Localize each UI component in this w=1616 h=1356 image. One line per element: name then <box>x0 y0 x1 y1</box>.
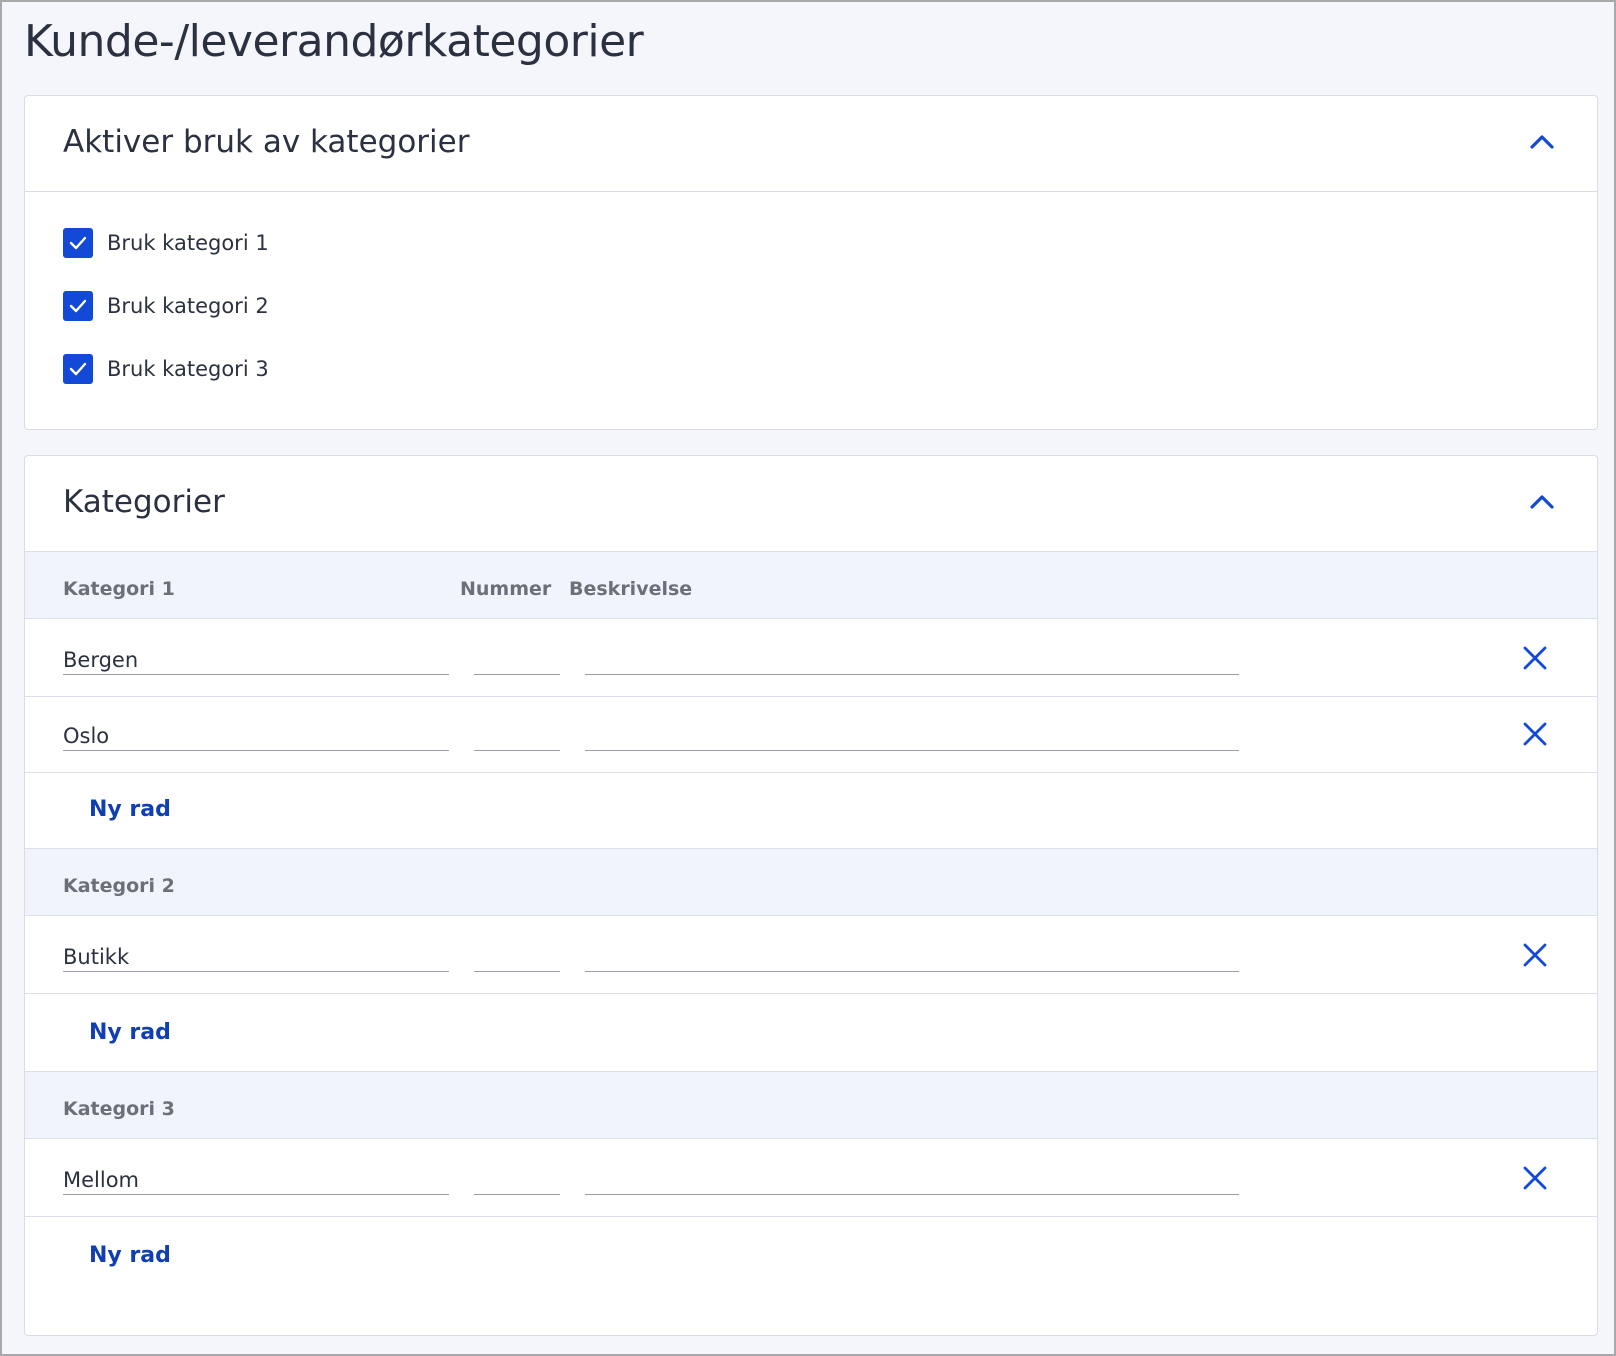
category-3-header: Kategori 3 <box>25 1071 1597 1139</box>
checkbox-checked[interactable] <box>63 354 93 384</box>
checkbox-label: Bruk kategori 3 <box>107 357 269 381</box>
category-description-input[interactable] <box>585 1165 1239 1195</box>
category-number-input[interactable] <box>474 721 560 751</box>
check-icon <box>69 362 87 376</box>
close-icon[interactable] <box>1521 941 1549 969</box>
table-row <box>25 1139 1597 1217</box>
check-icon <box>69 299 87 313</box>
categories-panel: Kategorier Kategori 1 Nummer Beskrivelse <box>24 455 1598 1336</box>
category-name-input[interactable] <box>63 942 449 972</box>
add-row-area: Ny rad <box>25 1217 1597 1301</box>
checkbox-category-3[interactable]: Bruk kategori 3 <box>63 353 269 385</box>
group-title: Kategori 3 <box>63 1098 175 1120</box>
column-header-number: Nummer <box>460 578 552 600</box>
checkbox-category-1[interactable]: Bruk kategori 1 <box>63 227 269 259</box>
table-row <box>25 619 1597 697</box>
category-number-input[interactable] <box>474 645 560 675</box>
checkbox-label: Bruk kategori 1 <box>107 231 269 255</box>
group-title: Kategori 2 <box>63 875 175 897</box>
checkbox-checked[interactable] <box>63 291 93 321</box>
category-description-input[interactable] <box>585 942 1239 972</box>
table-row <box>25 916 1597 994</box>
category-number-input[interactable] <box>474 1165 560 1195</box>
category-description-input[interactable] <box>585 721 1239 751</box>
category-1-header: Kategori 1 Nummer Beskrivelse <box>25 551 1597 619</box>
category-name-input[interactable] <box>63 1165 449 1195</box>
add-row-button[interactable]: Ny rad <box>89 1243 171 1268</box>
chevron-up-icon[interactable] <box>1529 492 1555 512</box>
categories-panel-header[interactable]: Kategorier <box>25 456 1597 552</box>
category-name-input[interactable] <box>63 645 449 675</box>
close-icon[interactable] <box>1521 720 1549 748</box>
close-icon[interactable] <box>1521 644 1549 672</box>
category-name-input[interactable] <box>63 721 449 751</box>
checkbox-checked[interactable] <box>63 228 93 258</box>
add-row-area: Ny rad <box>25 771 1597 855</box>
activate-panel-title: Aktiver bruk av kategorier <box>63 124 470 160</box>
activate-panel-header[interactable]: Aktiver bruk av kategorier <box>25 96 1597 192</box>
checkbox-category-2[interactable]: Bruk kategori 2 <box>63 290 269 322</box>
group-title: Kategori 1 <box>63 578 175 600</box>
table-row <box>25 695 1597 773</box>
category-2-header: Kategori 2 <box>25 848 1597 916</box>
window-frame: Kunde-/leverandørkategorier Aktiver bruk… <box>0 0 1616 1356</box>
chevron-up-icon[interactable] <box>1529 132 1555 152</box>
column-header-description: Beskrivelse <box>569 578 693 600</box>
add-row-button[interactable]: Ny rad <box>89 797 171 822</box>
page-title: Kunde-/leverandørkategorier <box>24 16 644 67</box>
categories-panel-title: Kategorier <box>63 484 225 520</box>
checkbox-label: Bruk kategori 2 <box>107 294 269 318</box>
activate-categories-panel: Aktiver bruk av kategorier Bruk kategori… <box>24 95 1598 430</box>
add-row-button[interactable]: Ny rad <box>89 1020 171 1045</box>
close-icon[interactable] <box>1521 1164 1549 1192</box>
check-icon <box>69 236 87 250</box>
category-number-input[interactable] <box>474 942 560 972</box>
category-description-input[interactable] <box>585 645 1239 675</box>
add-row-area: Ny rad <box>25 994 1597 1078</box>
